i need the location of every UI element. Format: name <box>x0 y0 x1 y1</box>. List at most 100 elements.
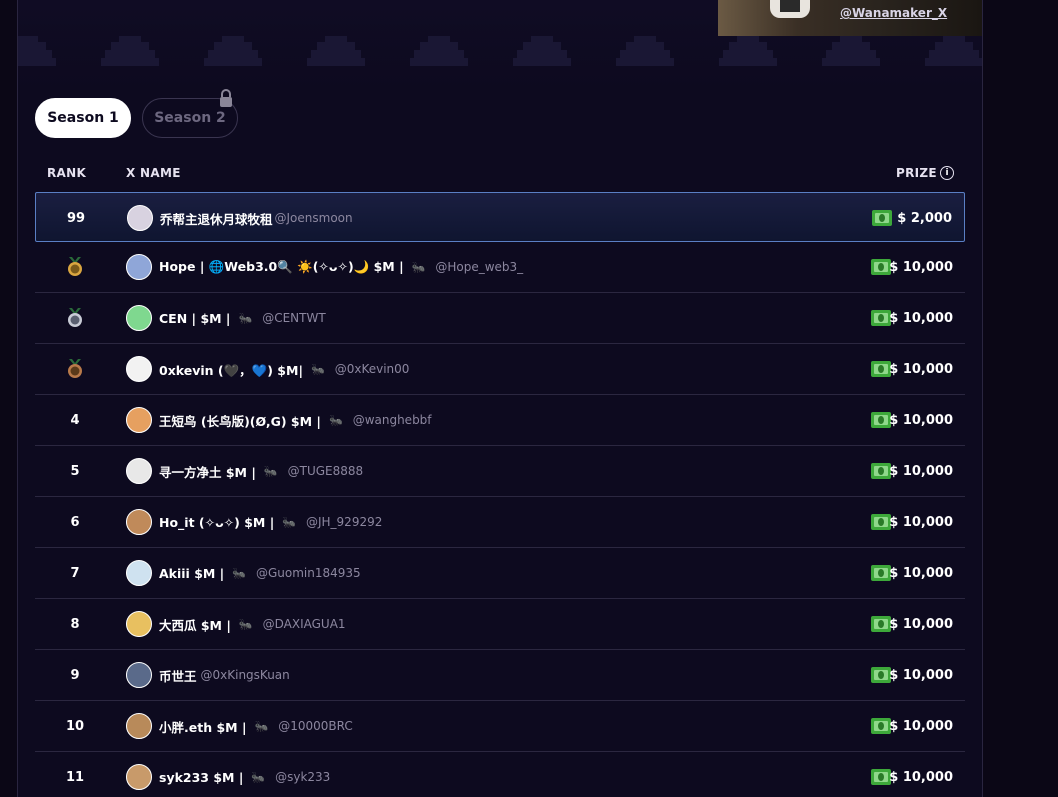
prize-amount: $ 10,000 <box>889 718 953 734</box>
cloud-shape <box>616 36 674 76</box>
rank-cell <box>35 242 115 292</box>
table-row[interactable]: CEN | $M | 🐜 @CENTWT $ 10,000 <box>35 293 965 344</box>
money-icon <box>871 514 891 530</box>
avatar[interactable] <box>126 560 152 586</box>
money-icon <box>871 361 891 377</box>
ant-icon: 🐜 <box>311 362 325 376</box>
table-row[interactable]: 9 币世王 @0xKingsKuan $ 10,000 <box>35 650 965 701</box>
user-name-cell: Hope | 🌐Web3.0🔍 ☀️(✧ᴗ✧)🌙 $M | 🐜 @Hope_web3… <box>159 242 523 292</box>
money-icon <box>871 259 891 275</box>
avatar[interactable] <box>126 662 152 688</box>
prize-amount: $ 10,000 <box>889 769 953 785</box>
user-display-name[interactable]: Akiii $M | <box>159 566 224 581</box>
prize-amount: $ 10,000 <box>889 514 953 530</box>
user-display-name[interactable]: 小胖.eth $M | <box>159 717 247 736</box>
ant-icon: 🐜 <box>263 464 278 478</box>
user-handle[interactable]: @Guomin184935 <box>256 566 361 580</box>
user-handle[interactable]: @Hope_web3_ <box>435 260 523 274</box>
prize-column-header: PRIZE <box>896 166 937 180</box>
prize-amount: $ 10,000 <box>889 259 953 275</box>
user-handle[interactable]: @DAXIAGUA1 <box>263 617 346 631</box>
cloud-shape <box>719 36 777 76</box>
user-display-name[interactable]: Hope | 🌐Web3.0🔍 ☀️(✧ᴗ✧)🌙 $M | <box>159 259 404 275</box>
bronze-medal-icon <box>68 359 82 378</box>
user-display-name[interactable]: CEN | $M | <box>159 311 231 326</box>
table-row[interactable]: 5 寻一方净土 $M | 🐜 @TUGE8888 $ 10,000 <box>35 446 965 497</box>
avatar[interactable] <box>126 713 152 739</box>
cloud-shape <box>513 36 571 76</box>
user-handle[interactable]: @TUGE8888 <box>288 464 364 478</box>
avatar[interactable] <box>126 458 152 484</box>
rank-number: 8 <box>70 616 80 632</box>
cloud-shape <box>101 36 159 76</box>
user-handle[interactable]: @JH_929292 <box>306 515 382 529</box>
avatar[interactable] <box>126 305 152 331</box>
avatar[interactable] <box>127 205 153 231</box>
user-display-name[interactable]: syk233 $M | <box>159 770 243 785</box>
ant-icon: 🐜 <box>232 566 246 580</box>
user-handle[interactable]: @0xKingsKuan <box>201 668 290 682</box>
avatar[interactable] <box>126 356 152 382</box>
user-display-name[interactable]: 王短鸟 (长鸟版)(Ø,G) $M | <box>159 411 321 430</box>
banner-handle-link[interactable]: @Wanamaker_X <box>840 6 947 20</box>
table-row[interactable]: 4 王短鸟 (长鸟版)(Ø,G) $M | 🐜 @wanghebbf $ 10,000 <box>35 395 965 446</box>
cloud-shape <box>822 36 880 76</box>
cloud-shape <box>410 36 468 76</box>
table-row[interactable]: 10 小胖.eth $M | 🐜 @10000BRC $ 10,000 <box>35 701 965 752</box>
table-row[interactable]: Hope | 🌐Web3.0🔍 ☀️(✧ᴗ✧)🌙 $M | 🐜 @Hope_web3… <box>35 242 965 293</box>
avatar[interactable] <box>126 611 152 637</box>
user-name-cell: 0xkevin (🖤，💙) $M| 🐜 @0xKevin00 <box>159 344 409 394</box>
user-name-cell: Ho_it (✧ᴗ✧) $M | 🐜 @JH_929292 <box>159 497 382 547</box>
prize-amount: $ 10,000 <box>889 565 953 581</box>
rank-number: 99 <box>66 210 86 226</box>
user-display-name[interactable]: 寻一方净土 $M | <box>159 462 256 481</box>
rank-cell: 10 <box>35 701 115 751</box>
user-handle[interactable]: @Joensmoon <box>275 211 353 225</box>
user-display-name[interactable]: 大西瓜 $M | <box>159 615 231 634</box>
avatar[interactable] <box>126 509 152 535</box>
rank-number: 7 <box>70 565 80 581</box>
rank-cell: 5 <box>35 446 115 496</box>
money-icon <box>871 412 891 428</box>
gold-medal-icon <box>68 257 82 276</box>
money-icon <box>871 463 891 479</box>
cloud-shape <box>18 36 56 76</box>
user-display-name[interactable]: 乔帮主退休月球牧租 <box>160 209 273 228</box>
rank-cell: 11 <box>35 752 115 797</box>
user-name-cell: 乔帮主退休月球牧租 @Joensmoon <box>160 193 353 243</box>
user-handle[interactable]: @CENTWT <box>262 311 325 325</box>
table-row[interactable]: 6 Ho_it (✧ᴗ✧) $M | 🐜 @JH_929292 $ 10,000 <box>35 497 965 548</box>
user-display-name[interactable]: 0xkevin (🖤，💙) $M| <box>159 360 303 379</box>
banner: @Wanamaker_X <box>18 0 982 90</box>
current-user-row[interactable]: 99 乔帮主退休月球牧租 @Joensmoon $ 2,000 <box>35 192 965 242</box>
info-icon[interactable]: i <box>940 166 954 180</box>
user-handle[interactable]: @10000BRC <box>278 719 353 733</box>
table-row[interactable]: 0xkevin (🖤，💙) $M| 🐜 @0xKevin00 $ 10,000 <box>35 344 965 395</box>
table-row[interactable]: 8 大西瓜 $M | 🐜 @DAXIAGUA1 $ 10,000 <box>35 599 965 650</box>
rank-number: 5 <box>70 463 80 479</box>
avatar[interactable] <box>126 764 152 790</box>
money-icon <box>871 667 891 683</box>
ant-icon: 🐜 <box>238 617 253 631</box>
user-handle[interactable]: @0xKevin00 <box>335 362 410 376</box>
table-row[interactable]: 7 Akiii $M | 🐜 @Guomin184935 $ 10,000 <box>35 548 965 599</box>
user-display-name[interactable]: Ho_it (✧ᴗ✧) $M | <box>159 515 274 530</box>
tab-season-1[interactable]: Season 1 <box>35 98 131 138</box>
ant-icon: 🐜 <box>238 311 253 325</box>
ant-icon: 🐜 <box>282 515 296 529</box>
user-display-name[interactable]: 币世王 <box>159 666 197 685</box>
ant-icon: 🐜 <box>328 413 343 427</box>
money-icon <box>871 310 891 326</box>
user-handle[interactable]: @syk233 <box>275 770 330 784</box>
table-row[interactable]: 11 syk233 $M | 🐜 @syk233 $ 10,000 <box>35 752 965 797</box>
ant-icon: 🐜 <box>411 260 426 274</box>
money-icon <box>871 718 891 734</box>
rank-cell: 6 <box>35 497 115 547</box>
cloud-shape <box>925 36 982 76</box>
avatar[interactable] <box>126 407 152 433</box>
rank-cell: 4 <box>35 395 115 445</box>
avatar[interactable] <box>126 254 152 280</box>
cloud-shape <box>307 36 365 76</box>
prize-amount: $ 10,000 <box>889 616 953 632</box>
user-handle[interactable]: @wanghebbf <box>353 413 432 427</box>
